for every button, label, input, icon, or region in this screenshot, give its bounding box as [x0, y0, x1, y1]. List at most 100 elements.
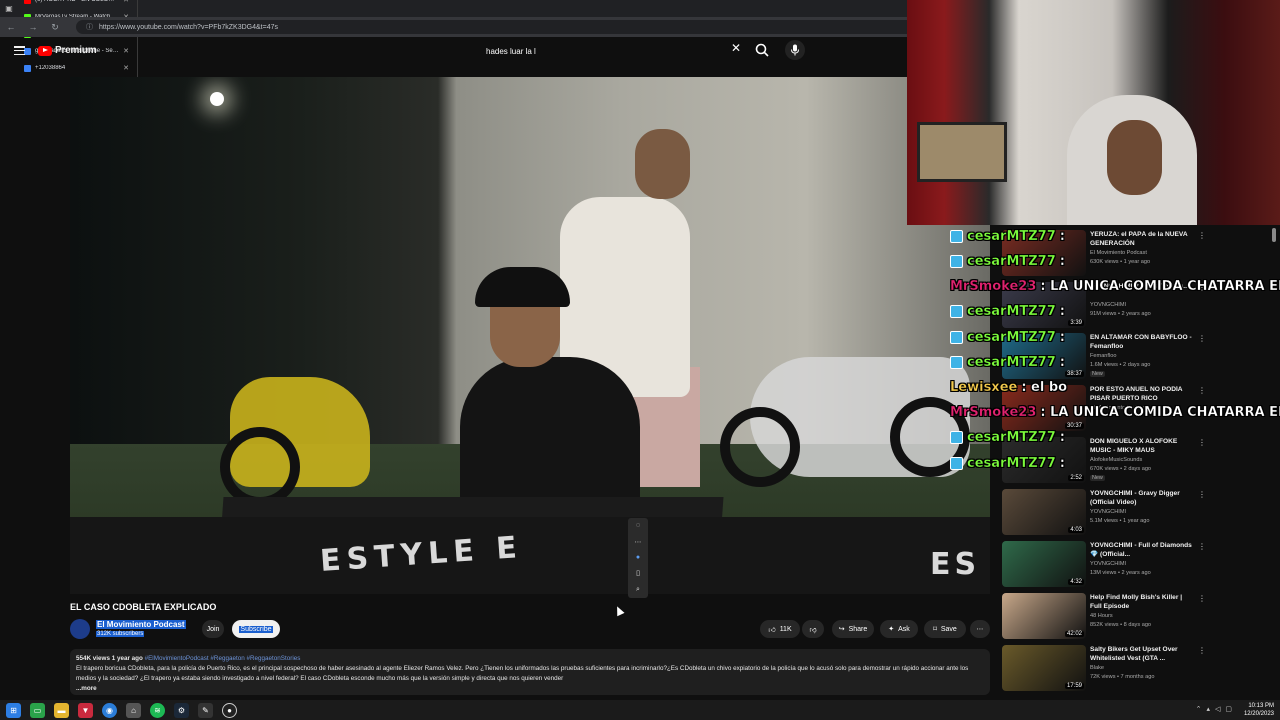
chat-text: : — [1059, 303, 1066, 319]
share-button[interactable]: ↪ Share — [832, 620, 874, 638]
kick-badge-icon — [950, 355, 963, 369]
video-frame-banner-text-right: ES — [930, 547, 981, 582]
chat-message: cesarMTZ77: — [950, 453, 1065, 473]
recommendation-title[interactable]: Help Find Molly Bish's Killer | Full Epi… — [1090, 594, 1194, 611]
notification-icon[interactable]: ▢ — [1225, 705, 1232, 713]
clear-search-icon[interactable]: ✕ — [731, 41, 741, 55]
voice-search-button[interactable] — [785, 40, 805, 60]
recommendation-channel[interactable]: 48 Hours — [1090, 613, 1113, 619]
chat-message: cesarMTZ77: — [950, 301, 1065, 321]
more-icon[interactable]: ⋯ — [635, 538, 642, 546]
chat-text: : — [1059, 329, 1066, 345]
more-vertical-icon[interactable]: ⋮ — [1198, 490, 1206, 499]
chat-message: cesarMTZ77: — [950, 352, 1065, 372]
chevron-up-icon[interactable]: ⌃ — [1196, 705, 1202, 713]
spotify-icon[interactable]: ≋ — [150, 702, 165, 718]
webcam-monitor — [917, 122, 1007, 182]
start-icon[interactable]: ⊞ — [6, 702, 21, 718]
hamburger-menu-icon[interactable] — [14, 46, 25, 55]
more-vertical-icon[interactable]: ⋮ — [1198, 646, 1206, 655]
like-button[interactable]: 👍︎ 11K — [760, 620, 800, 638]
recommendation-channel[interactable]: Blake — [1090, 665, 1104, 671]
save-button[interactable]: ⌑ Save — [924, 620, 966, 638]
color-icon[interactable]: ● — [636, 554, 640, 561]
copy-icon[interactable]: ▯ — [636, 569, 640, 577]
share-label: Share — [848, 625, 868, 633]
save-label: Save — [940, 625, 957, 633]
window-menu-icon[interactable]: ▣ — [0, 0, 18, 17]
volume-icon[interactable]: ◁ — [1215, 705, 1220, 713]
youtube-play-logo-icon — [38, 45, 52, 56]
dislike-button[interactable]: 👎︎ — [802, 620, 824, 638]
chat-text: : LA UNICA COMIDA CHATARRA EN SAN — [1040, 404, 1280, 420]
store-icon[interactable]: ⌂ — [126, 702, 141, 718]
recommendation-item[interactable]: 4:03 YOVNGCHIMI - Gravy Digger (Official … — [1002, 487, 1270, 537]
chat-message: cesarMTZ77: — [950, 427, 1065, 447]
forward-icon[interactable]: → — [22, 22, 44, 32]
ask-button[interactable]: ✦ Ask — [880, 620, 918, 638]
more-actions-button[interactable]: ⋯ — [970, 620, 990, 638]
show-more-link[interactable]: ...more — [76, 685, 97, 692]
youtube-premium-logo[interactable]: Premium — [38, 45, 97, 56]
search-input[interactable]: hades luar la l — [477, 42, 749, 61]
youtube-header: Premium hades luar la l ✕ — [0, 37, 907, 65]
recommendation-title[interactable]: YOVNGCHIMI - Full of Diamonds 💎 (Officia… — [1090, 542, 1194, 559]
more-horizontal-icon: ⋯ — [976, 626, 984, 633]
kick-badge-icon — [950, 229, 963, 243]
recommendation-thumbnail[interactable]: 4:03 — [1002, 489, 1086, 535]
obs-icon[interactable]: ● — [222, 702, 237, 718]
recommendation-thumbnail[interactable]: 4:32 — [1002, 541, 1086, 587]
channel-name[interactable]: El Movimiento Podcast — [96, 620, 186, 629]
video-title: EL CASO CDOBLETA EXPLICADO — [70, 602, 217, 612]
tab-favicon-icon — [24, 0, 31, 4]
pen-icon[interactable]: ✎ — [198, 702, 213, 718]
tab-close-icon[interactable]: ✕ — [123, 64, 129, 72]
back-icon[interactable]: ← — [0, 22, 22, 32]
chat-message: cesarMTZ77: — [950, 327, 1065, 347]
recommendation-thumbnail[interactable]: 17:59 — [1002, 645, 1086, 691]
chrome-icon[interactable]: ◉ — [102, 702, 117, 718]
folder-icon[interactable]: ▬ — [54, 702, 69, 718]
video-frame-host-cap — [475, 267, 570, 307]
zoom-icon[interactable]: ⌕ — [636, 586, 640, 594]
tab-close-icon[interactable]: ✕ — [123, 0, 129, 4]
app-icon[interactable]: ▼ — [78, 702, 93, 718]
recommendation-thumbnail[interactable]: 42:02 — [1002, 593, 1086, 639]
tab-favicon-icon — [24, 64, 31, 72]
recommendation-item[interactable]: 42:02 Help Find Molly Bish's Killer | Ful… — [1002, 591, 1270, 641]
chat-username: cesarMTZ77 — [967, 329, 1056, 345]
recommendation-item[interactable]: 4:32 YOVNGCHIMI - Full of Diamonds 💎 (Off… — [1002, 539, 1270, 589]
more-vertical-icon[interactable]: ⋮ — [1198, 542, 1206, 551]
video-frame-lamp — [210, 92, 224, 106]
eye-off-icon[interactable]: ◌ — [636, 522, 640, 529]
sparkle-icon: ✦ — [888, 626, 895, 633]
subscribe-button[interactable]: Subscribe — [232, 620, 280, 638]
network-icon[interactable]: ▴ — [1206, 705, 1210, 713]
video-duration: 4:32 — [1068, 579, 1084, 585]
recommendation-views: 852K views • 8 days ago — [1090, 622, 1152, 628]
kick-badge-icon — [950, 304, 963, 318]
browser-tab[interactable]: (6) ROCHY RD - EN COLOMBIA - ✕ — [18, 0, 138, 9]
url-field[interactable]: ⓘ https://www.youtube.com/watch?v=PFb7kZ… — [76, 20, 956, 34]
more-vertical-icon[interactable]: ⋮ — [1198, 594, 1206, 603]
video-frame-wheel — [220, 427, 300, 507]
system-tray: ⌃ ▴ ◁ ▢ — [1196, 705, 1232, 713]
steam-icon[interactable]: ⚙ — [174, 702, 189, 718]
video-player[interactable]: ESTYLE E ES — [70, 77, 990, 594]
chat-text: : — [1059, 253, 1066, 269]
site-info-icon[interactable]: ⓘ — [86, 22, 93, 32]
system-clock[interactable]: 10:13 PM 12/20/2023 — [1244, 702, 1274, 718]
hashtags[interactable]: #ElMovimientoPodcast #Reggaeton #Reggaet… — [145, 655, 301, 662]
reload-icon[interactable]: ↻ — [44, 22, 66, 33]
terminal-icon[interactable]: ▭ — [30, 702, 45, 718]
recommendation-channel[interactable]: YOVNGCHIMI — [1090, 509, 1126, 515]
search-icon[interactable] — [754, 42, 770, 58]
recommendation-title[interactable]: Salty Bikers Get Upset Over Whitelisted … — [1090, 646, 1194, 663]
recommendation-title[interactable]: YOVNGCHIMI - Gravy Digger (Official Vide… — [1090, 490, 1194, 507]
recommendation-item[interactable]: 17:59 Salty Bikers Get Upset Over Whiteli… — [1002, 643, 1270, 693]
recommendation-channel[interactable]: YOVNGCHIMI — [1090, 561, 1126, 567]
join-button[interactable]: Join — [202, 620, 224, 638]
video-description[interactable]: 554K views 1 year ago #ElMovimientoPodca… — [70, 649, 990, 695]
channel-avatar[interactable] — [70, 619, 90, 639]
webcam-overlay — [907, 0, 1280, 225]
